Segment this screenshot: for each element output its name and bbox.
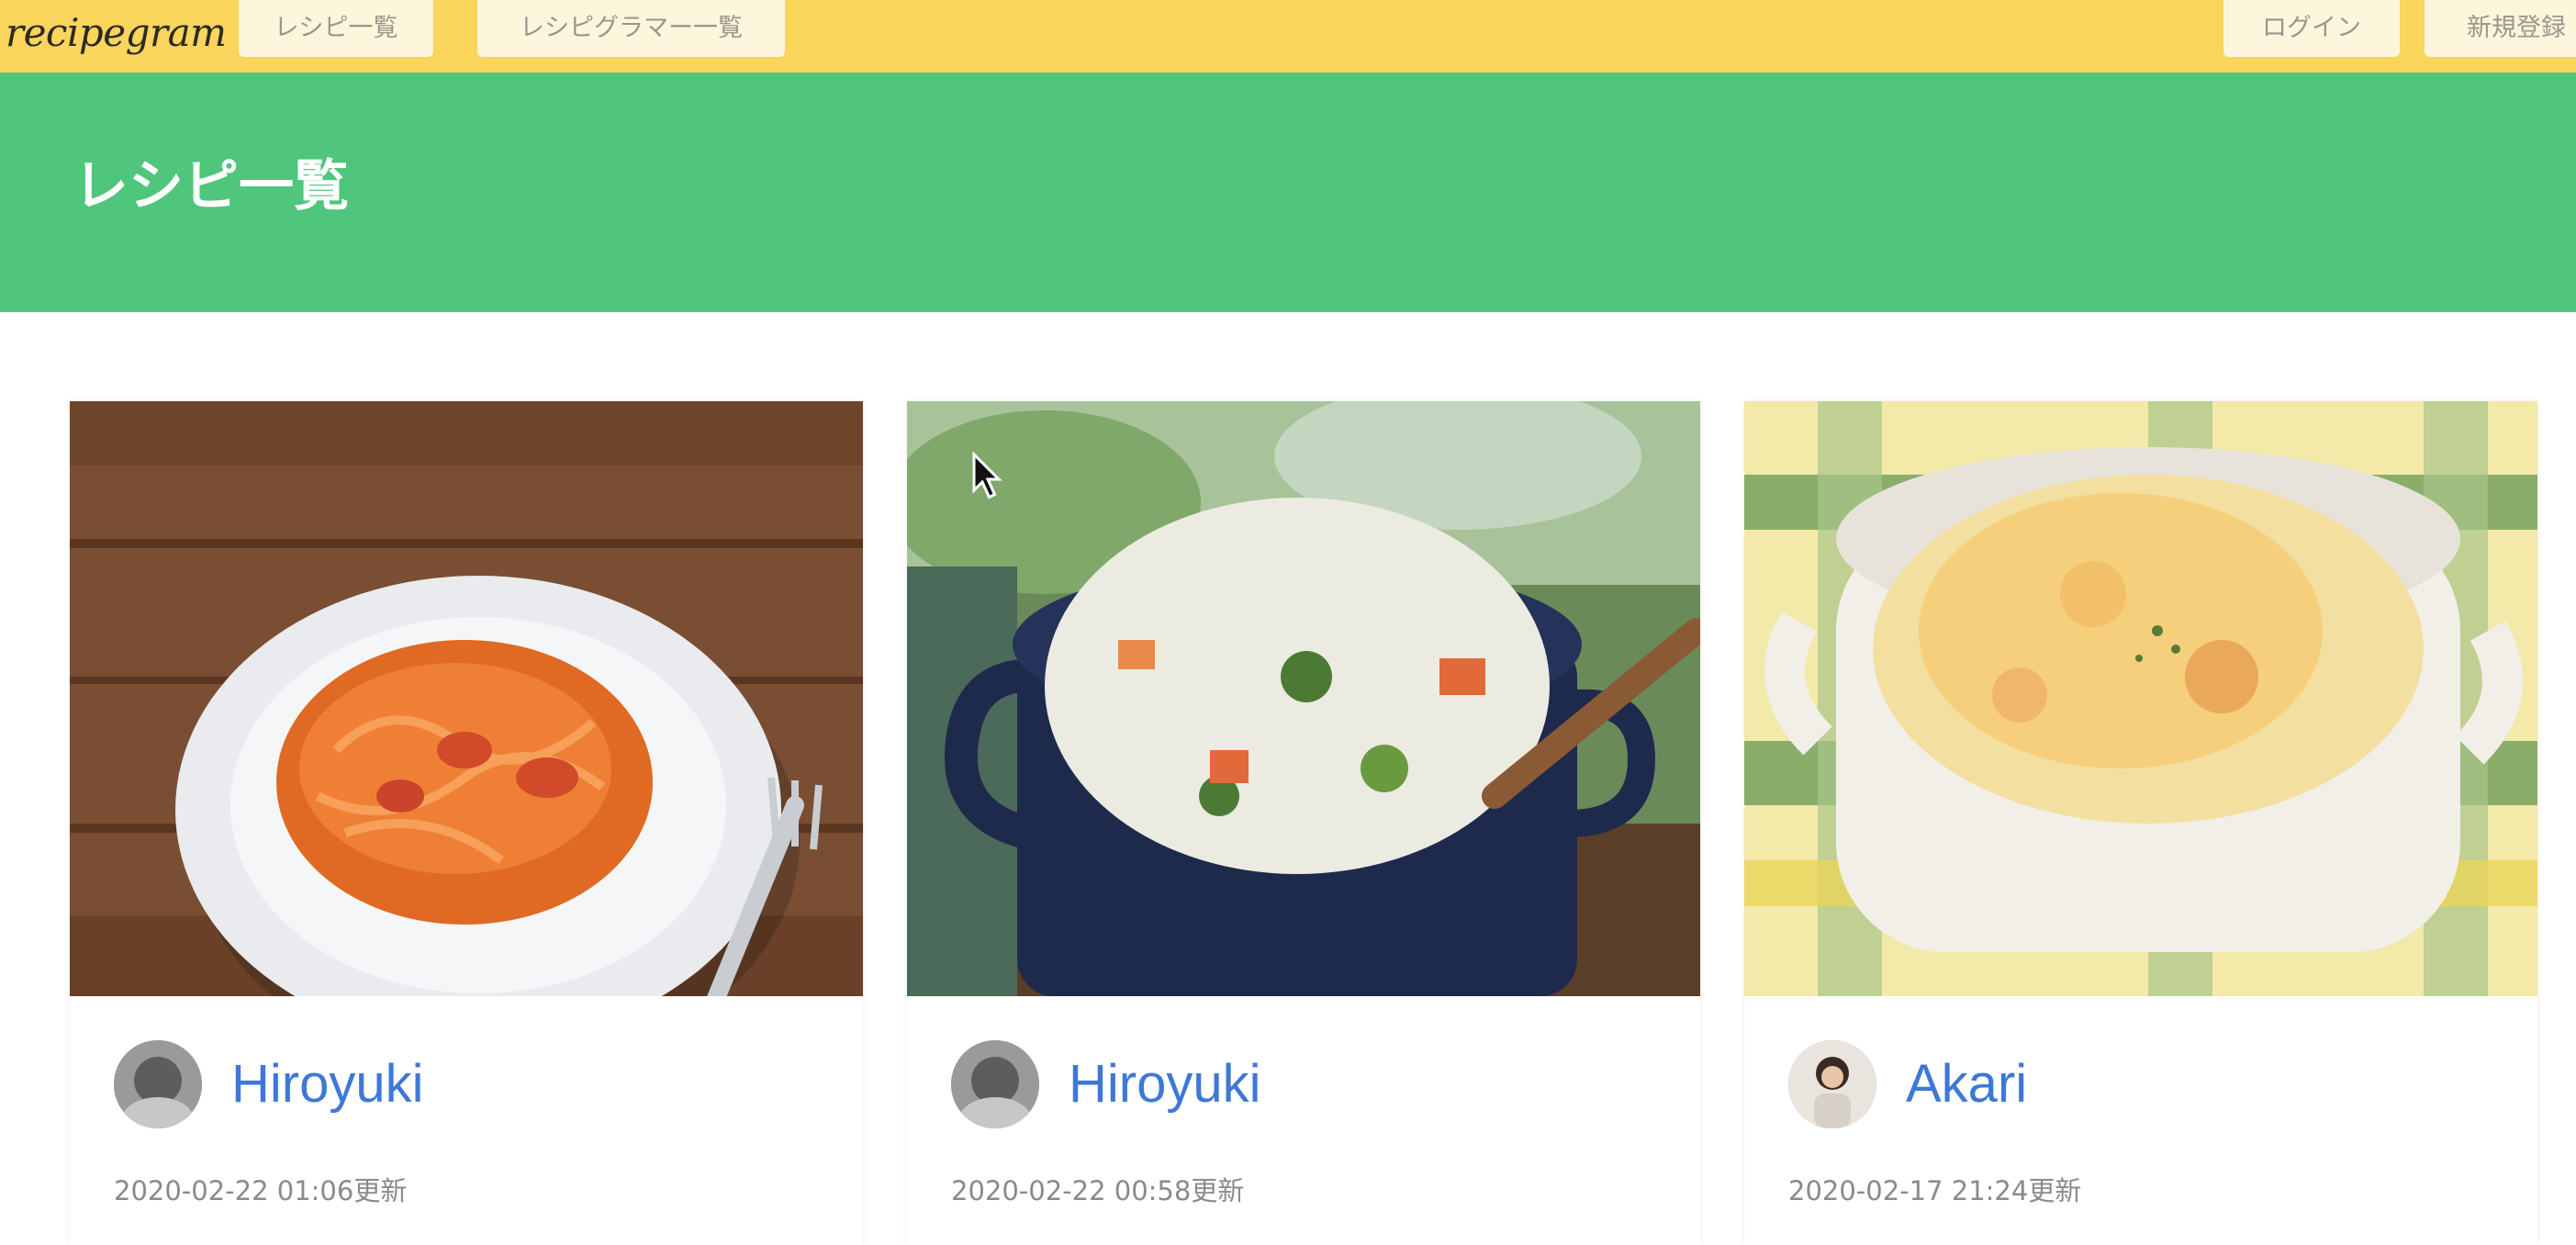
- updated-timestamp: 2020-02-22 00:58更新: [951, 1175, 1245, 1206]
- updated-timestamp: 2020-02-22 01:06更新: [114, 1175, 408, 1206]
- login-button[interactable]: ログイン: [2223, 0, 2400, 57]
- page-header-banner: レシピ一覧: [0, 73, 2576, 312]
- author-link[interactable]: Akari: [1906, 1044, 2027, 1125]
- brand-logo[interactable]: recipegram: [6, 6, 227, 61]
- author-avatar[interactable]: [951, 1040, 1039, 1128]
- author-link[interactable]: Hiroyuki: [1069, 1044, 1261, 1125]
- author-avatar[interactable]: [114, 1040, 202, 1128]
- page-title: レシピ一覧: [73, 154, 349, 219]
- recipe-card[interactable]: Hiroyuki 2020-02-22 00:58更新: [907, 401, 1700, 1245]
- nav-recipegrammer-list-button[interactable]: レシピグラマー一覧: [477, 0, 785, 57]
- recipe-photo-napolitan[interactable]: [70, 401, 863, 996]
- recipe-photo-gratin[interactable]: [1744, 401, 2537, 996]
- recipe-card[interactable]: Akari 2020-02-17 21:24更新: [1744, 401, 2537, 1245]
- author-avatar[interactable]: [1788, 1040, 1876, 1128]
- author-link[interactable]: Hiroyuki: [231, 1044, 424, 1125]
- top-navbar: recipegram レシピ一覧 レシピグラマー一覧 ログイン 新規登録: [0, 0, 2576, 73]
- recipe-card[interactable]: Hiroyuki 2020-02-22 01:06更新: [70, 401, 863, 1245]
- mouse-pointer-icon: [972, 452, 1002, 499]
- nav-recipe-list-button[interactable]: レシピ一覧: [239, 0, 433, 57]
- updated-timestamp: 2020-02-17 21:24更新: [1788, 1175, 2082, 1206]
- recipe-photo-cream-stew[interactable]: [907, 401, 1700, 996]
- signup-button[interactable]: 新規登録: [2425, 0, 2576, 57]
